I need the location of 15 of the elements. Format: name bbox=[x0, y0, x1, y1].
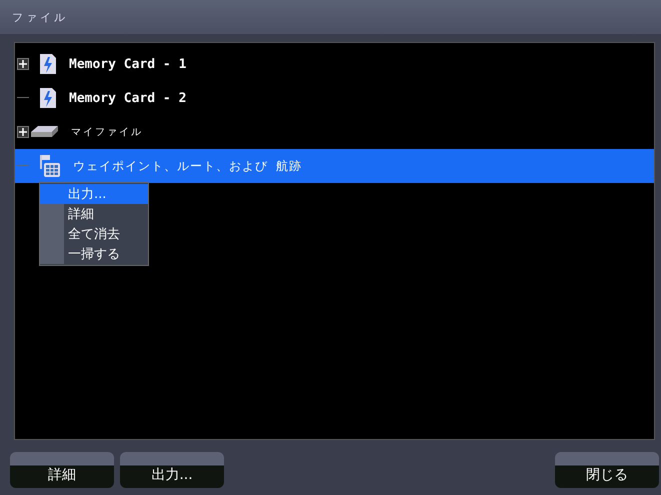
drive-icon bbox=[29, 125, 59, 139]
tree-item[interactable]: Memory Card - 2 bbox=[15, 81, 654, 115]
expand-icon[interactable] bbox=[17, 126, 29, 138]
waypoints-icon bbox=[39, 154, 61, 178]
close-button[interactable]: 閉じる bbox=[555, 452, 659, 488]
tree-item[interactable]: マイファイル bbox=[15, 115, 654, 149]
tree-item[interactable]: ウェイポイント、ルート、および 航跡 bbox=[15, 149, 654, 183]
tree-item[interactable]: Memory Card - 1 bbox=[15, 47, 654, 81]
menu-item[interactable]: 出力... bbox=[40, 184, 148, 204]
window-title: ファイル bbox=[12, 10, 68, 24]
toolbar-button[interactable]: 出力... bbox=[120, 452, 224, 488]
toolbar-button[interactable]: 詳細 bbox=[10, 452, 114, 488]
memory-card-icon bbox=[39, 87, 57, 109]
expand-icon[interactable] bbox=[17, 58, 29, 70]
memory-card-icon bbox=[39, 53, 57, 75]
